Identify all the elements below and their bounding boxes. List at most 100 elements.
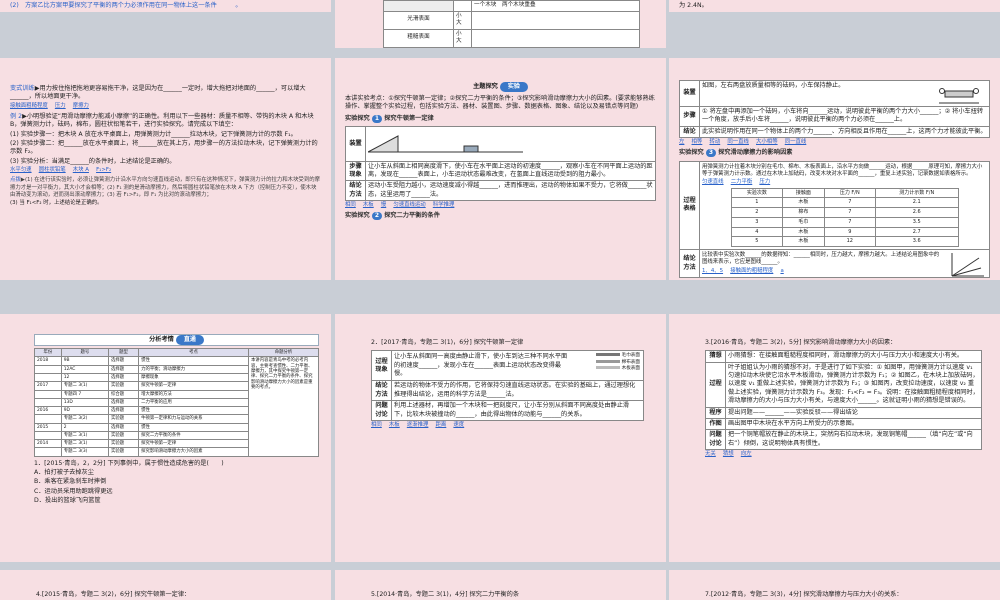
- row-label: 程序: [705, 406, 726, 419]
- step-2: (2) 实验步骤二：把______放在水平桌面上，将______放在其上方，用步…: [10, 140, 318, 156]
- variant-text: ▶用力按住拖把拖地更容易拖干净，这是因为在______一定时，增大拖把对地面的_…: [10, 85, 306, 101]
- row-label: 问题讨论: [705, 429, 726, 450]
- q3-table: 猜想 小雨猜想：在接触面粗糙程度相同时，滑动摩擦力的大小与压力大小和速度大小有关。…: [705, 350, 982, 450]
- text-line: (2) 方案乙比方案甲要探究了平衡的两个力必须作用在同一物体上这一条件 。: [10, 2, 242, 9]
- slide-6[interactable]: 装置 如图，左右两盘放质量相等的砝码，小车保持静止。 步骤 ① 将左盘中再添加一…: [669, 58, 1000, 280]
- example-text: ▶小明想验证“用滑动摩擦力能减小摩擦”的正确性。利用以下一些器材：质量不相等、带…: [10, 113, 314, 129]
- ramp-figure: [367, 135, 523, 153]
- question-text: [2015·青岛，2，2分] 下列事例中，属于惯性造成危害的是( ): [44, 459, 224, 467]
- step-1: (1) 实验步骤一：把木块 A 放在水平桌面上，用弹簧测力计______拉动木块…: [10, 130, 297, 138]
- graph-figure: [951, 253, 984, 277]
- row-text: 用弹簧测力计拉着木块分别在毛巾、棉布、木板表面上，沿水平方向做______运动，…: [702, 163, 983, 178]
- banner-tag: 实验: [499, 82, 528, 93]
- question-title: 3.[2016·青岛，专题二 3(2)，5分] 探究影响滑动摩擦力大小的因素：: [705, 339, 897, 346]
- exp2-title-row: 实验探究 2 探究二力平衡的条件: [345, 212, 440, 221]
- option-a[interactable]: A．拍打被子去掉灰尘: [34, 469, 319, 477]
- slide-9[interactable]: 3.[2016·青岛，专题二 3(2)，5分] 探究影响滑动摩擦力大小的因素： …: [669, 314, 1000, 562]
- option-b[interactable]: B．乘客在紧急刹车时摔倒: [34, 478, 319, 486]
- answer-row: 无关 猜想 向左: [705, 450, 752, 457]
- banner-title: 分析考情: [149, 336, 174, 343]
- slide-3[interactable]: 为 2.4N。: [669, 0, 1000, 12]
- row-text: 小雨猜想：在接触面粗糙程度相同时，滑动摩擦力的大小与压力大小和速度大小有关。: [725, 350, 982, 363]
- table-row: 3 毛巾 7 3.5: [730, 216, 959, 228]
- apparatus-figure: [365, 126, 656, 162]
- row-text: 把一个铜笔帽放在静止的木块上，突然向右拉动木块，发现铜笔帽______（填“向左…: [725, 429, 982, 450]
- variant-label: 变式训练: [10, 85, 35, 92]
- table-row: 5 木板 12 3.6: [730, 236, 959, 248]
- row-label: 问题讨论: [371, 400, 392, 421]
- table-row: 4 木板 9 2.7: [730, 226, 959, 238]
- row-label: 过程: [705, 361, 726, 408]
- example-label: 例 2: [10, 113, 23, 121]
- question-title: 2．[2017·青岛，专题二 3(1)，6分] 探究牛顿第一定律: [371, 339, 524, 346]
- header-cell: 一个木块 两个木块重叠: [471, 0, 640, 12]
- answer-row: 接触面粗糙程度 压力 摩擦力: [10, 102, 89, 109]
- row-label: 作图: [705, 417, 726, 431]
- slide-2[interactable]: 一个木块 两个木块重叠 光滑表面 小大 粗糙表面 小大: [335, 0, 666, 48]
- slide-7[interactable]: 分析考情 直通 年份 题号 题型 考点 命题分析 2018 9B 选择题 惯性 本讲内容是…: [0, 314, 331, 562]
- row-text: 利用上述器材，再增加一个木块和一把刻度尺，让小车分别从斜面不同高度处由静止滑下，…: [391, 400, 644, 421]
- step-3: (3) 实验分析：当满足______的条件时，上述结论是正确的。: [10, 157, 176, 165]
- friction-table: 一个木块 两个木块重叠 光滑表面 小大 粗糙表面 小大: [383, 0, 640, 48]
- row-label: 步骤: [679, 106, 700, 127]
- question-title: 7.[2012·青岛，专题二 3(3)，4分] 探究滑动摩擦力与压力大小的关系：: [705, 591, 903, 598]
- row-label: 过程现象: [371, 350, 392, 382]
- row-label: 结论方法: [371, 380, 392, 402]
- question-title: 5.[2014·青岛，专题二 3(1)，4分] 探究二力平衡的条: [371, 591, 520, 598]
- banner-title: 主题探究: [473, 83, 498, 90]
- row-text: ① 将左盘中再添加一个砝码，小车将向______运动，说明彼此平衡的两个力大小_…: [699, 106, 990, 127]
- surface-cell: 光滑表面: [383, 10, 454, 30]
- row-label: 结论方法: [345, 180, 366, 201]
- slide-5[interactable]: 主题探究 实验 本讲实验考点：①探究牛顿第一定律；②探究二力平衡的条件；③探究影响…: [335, 58, 666, 280]
- exp2-table: 装置 如图，左右两盘放质量相等的砝码，小车保持静止。 步骤 ① 将左盘中再添加一…: [679, 80, 990, 139]
- exp1-title-row: 实验探究 1 探究牛顿第一定律: [345, 114, 434, 123]
- row-text: 此实验说明作用在同一个物体上的两个力______、方向相反且作用在______上…: [699, 125, 990, 139]
- exp3-table: 过程表格 用弹簧测力计拉着木块分别在毛巾、棉布、木板表面上，沿水平方向做____…: [679, 160, 990, 279]
- slide-1[interactable]: (2) 方案乙比方案甲要探究了平衡的两个力必须作用在同一物体上这一条件 。: [0, 0, 331, 12]
- row-text: 比较表中实验次数______的数据得知：______相同时，压力越大，摩擦力越大…: [702, 252, 940, 266]
- tip-text: ▶(1) 在进行该实验时，必须让弹簧测力计沿水平方向匀速直线运动，即只有在这种情…: [10, 177, 320, 199]
- row-label: 猜想: [705, 350, 726, 363]
- row-label: 步骤现象: [345, 160, 366, 182]
- row-label: 装置: [679, 80, 700, 107]
- slide-12[interactable]: 7.[2012·青岛，专题二 3(3)，4分] 探究滑动摩擦力与压力大小的关系：: [669, 570, 1000, 600]
- table-row: 1 木板 7 2.1: [730, 197, 959, 209]
- answer-row: 相同 木板 慢 匀速直线运动 科学推理: [345, 201, 455, 208]
- exp3-number: 3: [705, 149, 717, 158]
- row-label: 过程表格: [679, 160, 700, 251]
- row-text: 叶子姐姐认为小雨的猜想不对，于是进行了如下实验：① 如图甲，用弹簧测力计以速度 …: [725, 361, 982, 408]
- row-text: 画出图甲中木块在水平方向上所受力的示意图。: [725, 417, 982, 431]
- exp1-table: 装置 步骤现象 让小车从斜面上相同高度滑下，使小车在水平面上运动的初速度____…: [345, 126, 656, 201]
- exp1-number: 1: [371, 114, 383, 123]
- exp2-number: 2: [371, 212, 383, 221]
- slide-8[interactable]: 2．[2017·青岛，专题二 3(1)，6分] 探究牛顿第一定律 过程现象 让小…: [335, 314, 666, 562]
- exp3-title-row: 实验探究 3 探究滑动摩擦力的影响因素: [679, 149, 793, 158]
- option-c[interactable]: C．运动员采用助跑跳得更远: [34, 488, 319, 496]
- table-row: 2 棉布 7 2.6: [730, 207, 959, 218]
- table-row: 2018 9B 选择题 惯性 本讲内容是青岛中考的必考内容，主要考查惯性、二力平衡、摩擦…: [34, 356, 319, 457]
- row-text: 提出问题——______——实验反驳——得出结论: [725, 406, 982, 419]
- tip-label: 点拨: [10, 177, 21, 184]
- slide-10[interactable]: 4.[2015·青岛，专题二 3(2)，6分] 探究牛顿第一定律：: [0, 570, 331, 600]
- slide-4[interactable]: 变式训练▶用力按住拖把拖地更容易拖干净，这是因为在______一定时，增大拖把对…: [0, 58, 331, 280]
- friction-data-table: 实验次数 接触面 压力 F/N 测力计示数 F/N 1 木板 7 2.1 2 棉布 7 2.…: [730, 187, 959, 248]
- row-text: 若运动的物体不受力的作用，它将保持匀速直线运动状态。在实验的基础上，通过理想化推…: [391, 380, 644, 402]
- answer-row: 1、4、5 接触面的粗糙程度 a: [702, 267, 784, 274]
- answer-row: 水平匀速 圆柱状铅笔 木块 A F₁>F₂: [10, 167, 112, 174]
- row-label: 结论方法: [679, 249, 700, 279]
- tip-end: (3) 当 F₁<F₂ 时，上述结论是正确的。: [10, 200, 103, 207]
- exam-table: 年份 题号 题型 考点 命题分析 2018 9B 选择题 惯性 本讲内容是青岛中考的必考…: [34, 348, 319, 457]
- option-d[interactable]: D．投出的篮球飞向篮筐: [34, 497, 319, 505]
- intro-text: 本讲实验考点：①探究牛顿第一定律；②探究二力平衡的条件；③探究影响滑动摩擦力大小…: [345, 95, 655, 111]
- answer-row: 匀速直线 二力平衡 压力: [702, 179, 771, 186]
- row-label: 结论: [679, 125, 700, 139]
- text-line: 为 2.4N。: [679, 2, 708, 9]
- answer-row: 左 相等 转动 同一直线 大小相等 同一直线: [679, 139, 807, 146]
- slide-11[interactable]: 5.[2014·青岛，专题二 3(1)，4分] 探究二力平衡的条: [335, 570, 666, 600]
- row-text: 让小车从斜面上相同高度滑下，使小车在水平面上运动的初速度______，观察小车在…: [365, 160, 656, 182]
- row-text: 运动小车受阻力越小，运动速度减小得越______，进而推理出，运动的物体如果不受…: [365, 180, 656, 201]
- balance-cart-figure: [939, 88, 979, 104]
- analysis-cell: 本讲内容是青岛中考的必考内容，主要考查惯性、二力平衡、摩擦力，其中探究牛顿第一定…: [248, 356, 319, 457]
- surface-cell: 粗糙表面: [383, 28, 454, 48]
- question-title: 4.[2015·青岛，专题二 3(2)，6分] 探究牛顿第一定律：: [36, 591, 191, 598]
